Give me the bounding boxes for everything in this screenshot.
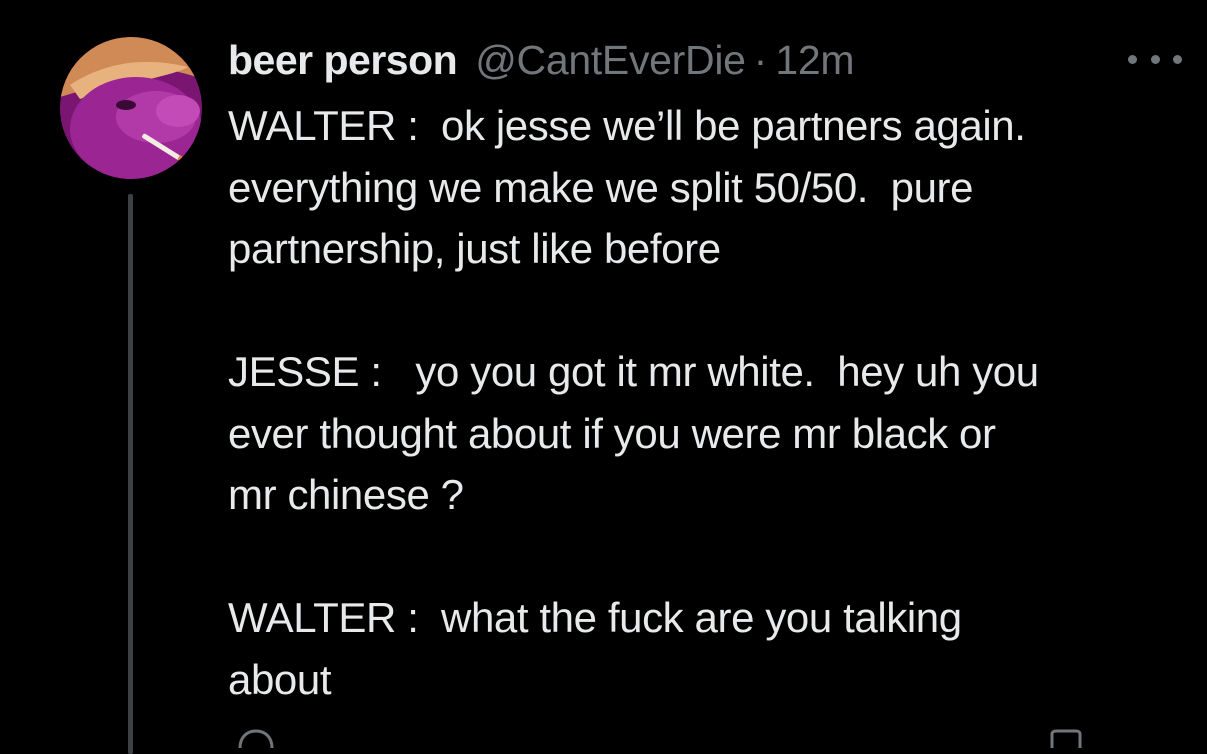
tweet-actions	[228, 728, 1188, 748]
tweet-text-line: everything we make we split 50/50. pure	[228, 163, 974, 211]
display-name[interactable]: beer person	[228, 34, 458, 86]
timestamp[interactable]: 12m	[775, 34, 854, 86]
more-dot	[1173, 54, 1182, 64]
tweet-text-line: WALTER : what the fuck are you talking	[228, 594, 962, 641]
avatar-image	[60, 37, 202, 179]
more-horizontal-icon[interactable]	[1128, 48, 1182, 70]
tweet[interactable]: beer person @CantEverDie · 12m WALTER : …	[0, 0, 1207, 754]
tweet-text: WALTER : ok jesse we’ll be partners agai…	[228, 95, 1188, 710]
reply-icon[interactable]	[236, 728, 276, 748]
more-dot	[1150, 54, 1160, 64]
tweet-text-line: partnership, just like before	[228, 225, 721, 272]
share-icon[interactable]	[1046, 728, 1086, 748]
tweet-text-line: JESSE : yo you got it mr white. hey uh y…	[228, 348, 1039, 395]
tweet-text-line: WALTER : ok jesse we’ll be partners agai…	[228, 102, 1026, 149]
tweet-header: beer person @CantEverDie · 12m	[228, 34, 854, 86]
thread-line	[128, 194, 133, 754]
more-dot	[1128, 54, 1137, 64]
tweet-text-line: mr chinese ?	[228, 471, 464, 518]
separator-dot: ·	[753, 37, 768, 83]
user-handle[interactable]: @CantEverDie	[475, 34, 746, 86]
avatar[interactable]	[60, 37, 202, 179]
tweet-text-line: ever thought about if you were mr black …	[228, 409, 996, 457]
tweet-text-line: about	[228, 655, 332, 703]
